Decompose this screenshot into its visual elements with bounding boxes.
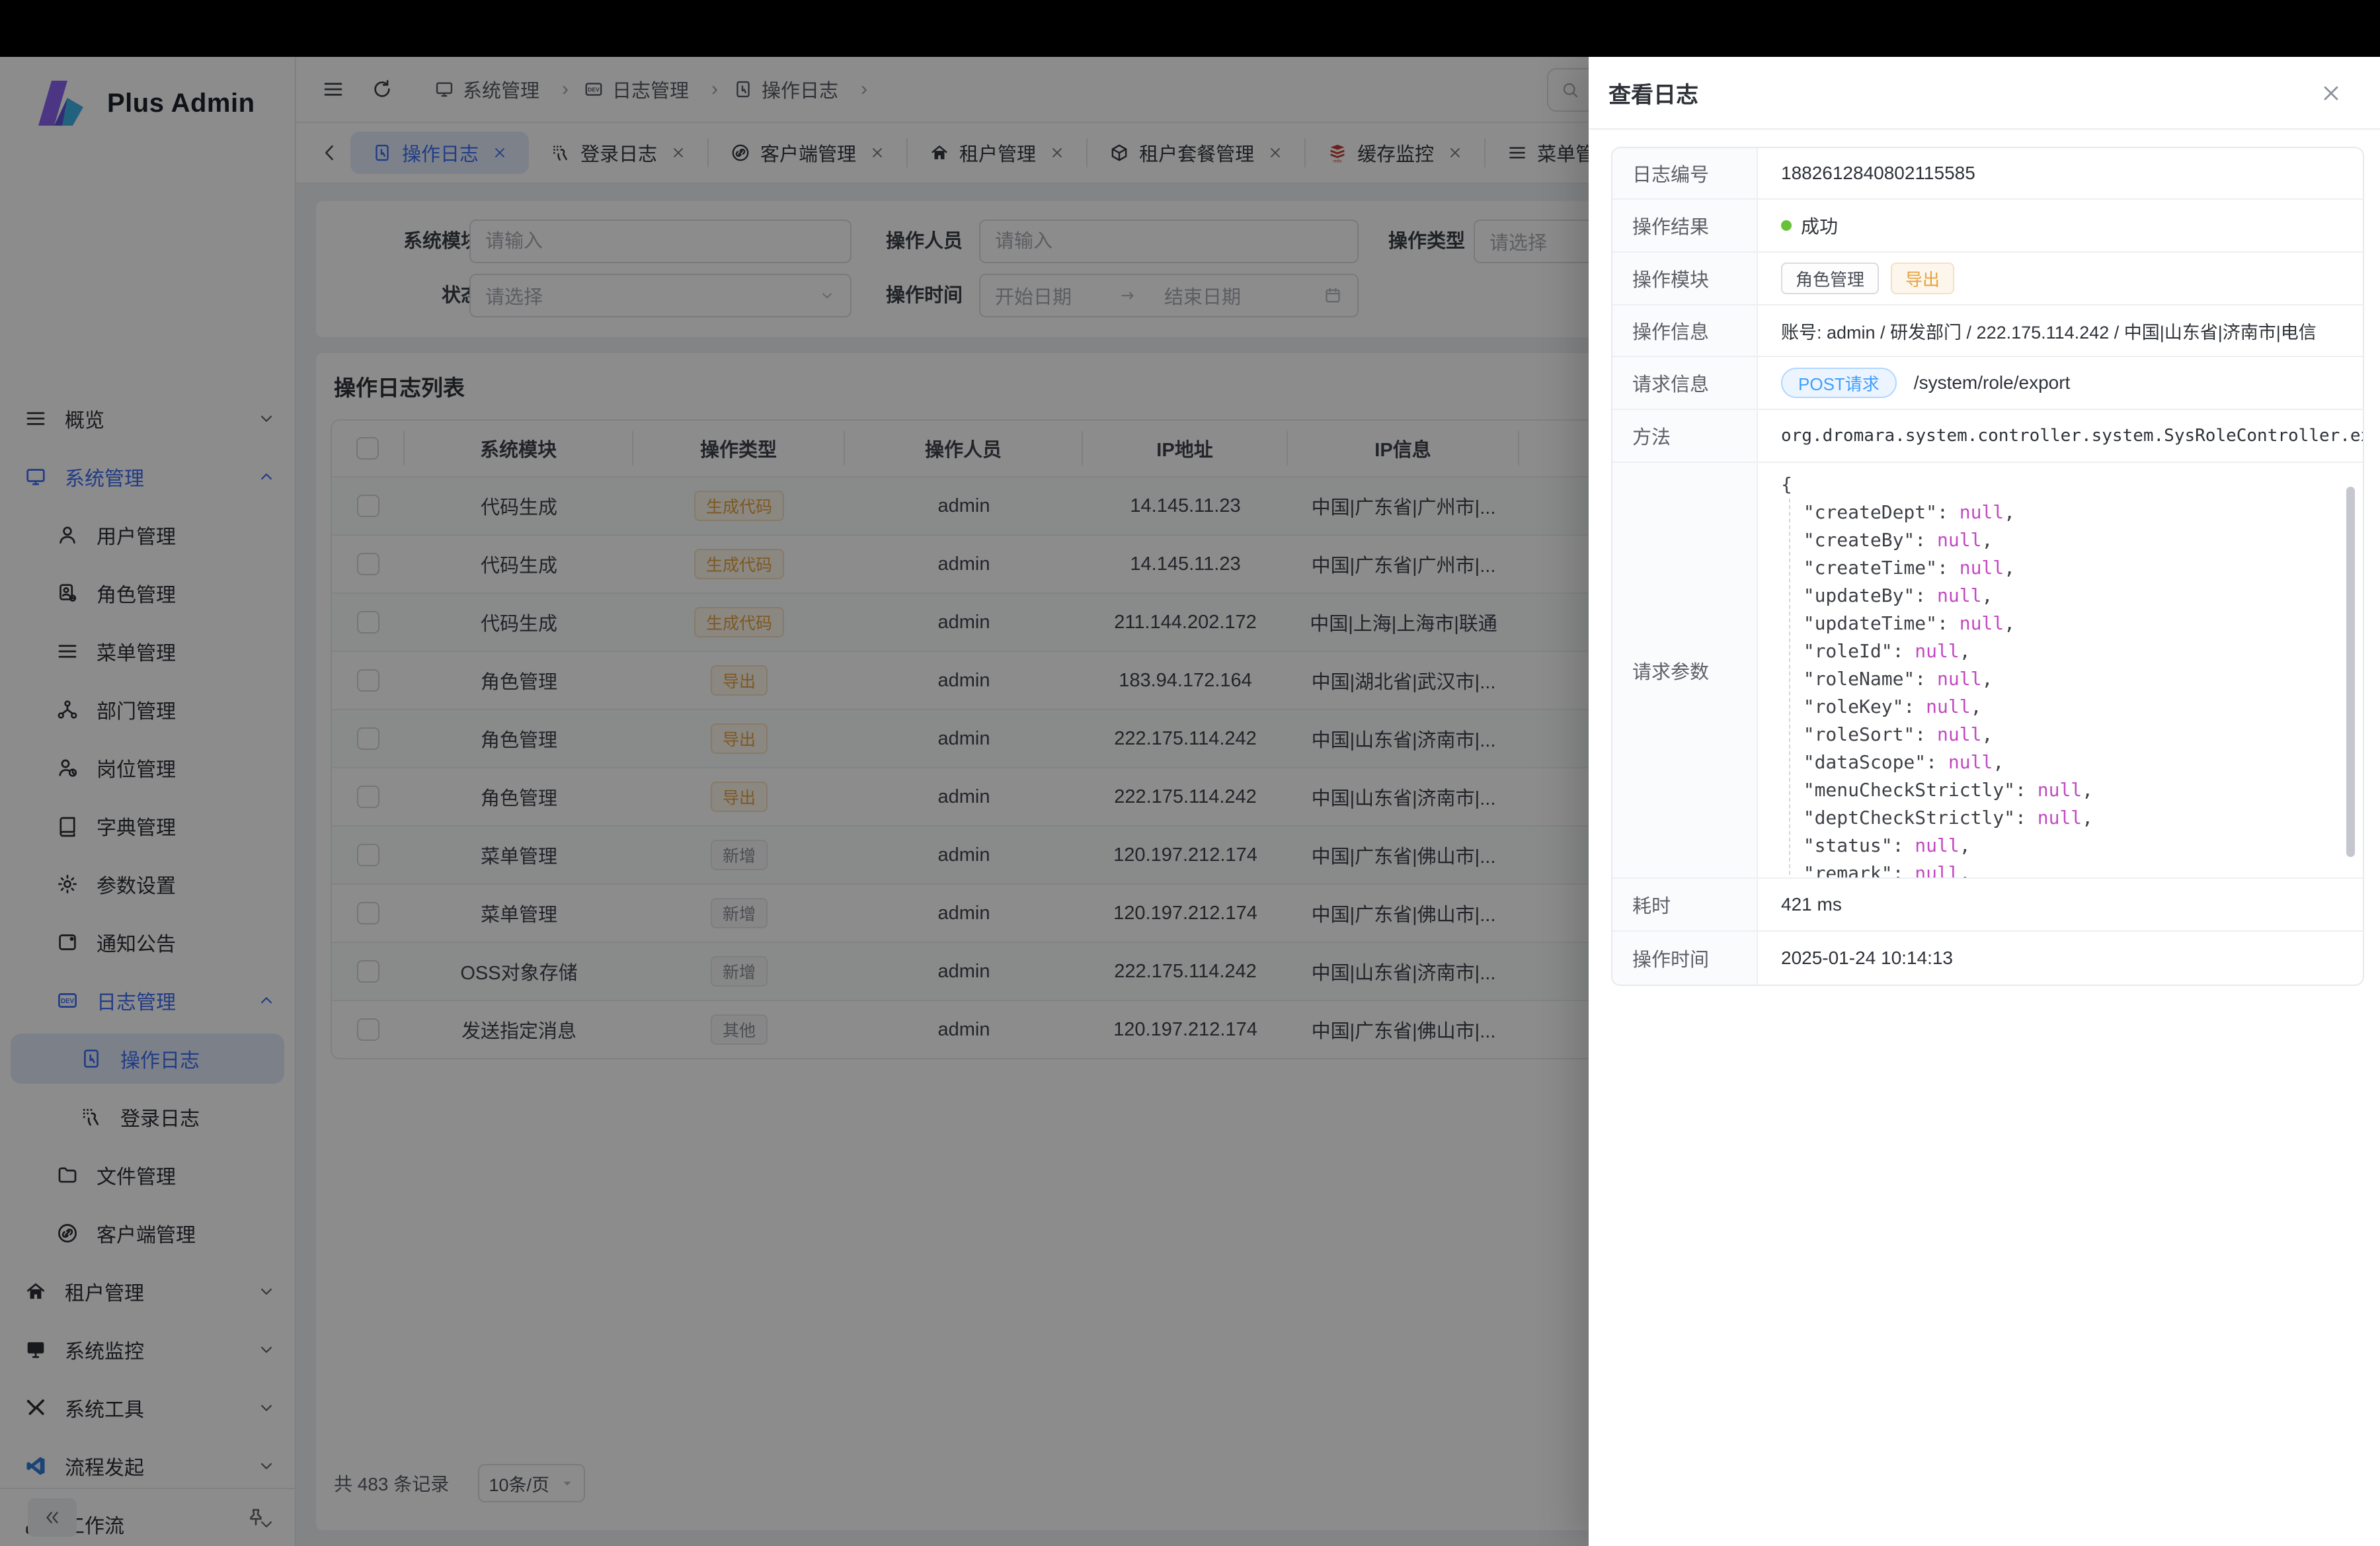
module-tag: 角色管理 <box>1781 263 1879 294</box>
action-tag: 导出 <box>1891 263 1954 294</box>
json-line: "roleSort": null, <box>1781 721 2343 749</box>
json-line: "createTime": null, <box>1781 554 2343 582</box>
screen-letterbox <box>0 0 2380 57</box>
request-params-json: { "createDept": null, "createBy": null, … <box>1758 463 2363 877</box>
request-path: /system/role/export <box>1914 372 2071 393</box>
drawer-title: 查看日志 <box>1608 77 1698 109</box>
log-id-value: 1882612840802115585 <box>1758 148 2363 198</box>
log-detail-table: 日志编号 1882612840802115585 操作结果 成功 操作模块 角色… <box>1611 147 2364 986</box>
close-icon[interactable] <box>2319 81 2343 105</box>
result-value: 成功 <box>1801 212 1838 239</box>
detail-row-time: 操作时间 2025-01-24 10:14:13 <box>1612 932 2363 985</box>
detail-row-duration: 耗时 421 ms <box>1612 879 2363 932</box>
operation-time-value: 2025-01-24 10:14:13 <box>1758 932 2363 985</box>
success-status-dot <box>1781 220 1792 231</box>
modal-overlay[interactable] <box>0 0 1589 1546</box>
view-log-drawer: 查看日志 日志编号 1882612840802115585 操作结果 成功 操作… <box>1589 57 2380 1546</box>
json-line: "updateBy": null, <box>1781 582 2343 610</box>
method-value: org.dromara.system.controller.system.Sys… <box>1758 410 2363 462</box>
json-line: "createDept": null, <box>1781 499 2343 526</box>
detail-row-method: 方法 org.dromara.system.controller.system.… <box>1612 410 2363 463</box>
drawer-header: 查看日志 <box>1589 57 2380 130</box>
indent-guide <box>1789 499 1790 875</box>
screen: Plus Admin 概览 系统管理 用户管理 角色管理 <box>0 0 2380 1546</box>
detail-row-request: 请求信息 POST请求 /system/role/export <box>1612 357 2363 410</box>
detail-row-info: 操作信息 账号: admin / 研发部门 / 222.175.114.242 … <box>1612 305 2363 357</box>
detail-row-module: 操作模块 角色管理 导出 <box>1612 253 2363 305</box>
detail-row-params: 请求参数 { "createDept": null, "createBy": n… <box>1612 463 2363 879</box>
json-line: "updateTime": null, <box>1781 610 2343 637</box>
json-line: "dataScope": null, <box>1781 749 2343 776</box>
json-line: "remark": null, <box>1781 860 2343 877</box>
detail-row-result: 操作结果 成功 <box>1612 200 2363 253</box>
duration-value: 421 ms <box>1758 879 2363 930</box>
json-line: "roleId": null, <box>1781 637 2343 665</box>
json-line: "roleName": null, <box>1781 665 2343 693</box>
json-line: "deptCheckStrictly": null, <box>1781 804 2343 832</box>
json-line: "menuCheckStrictly": null, <box>1781 776 2343 804</box>
json-line: "status": null, <box>1781 832 2343 860</box>
json-line: "roleKey": null, <box>1781 693 2343 721</box>
detail-row-log-id: 日志编号 1882612840802115585 <box>1612 148 2363 200</box>
code-scrollbar[interactable] <box>2346 487 2355 857</box>
post-method-badge: POST请求 <box>1781 368 1897 398</box>
json-line: { <box>1781 471 2343 499</box>
json-line: "createBy": null, <box>1781 526 2343 554</box>
operation-info-value: 账号: admin / 研发部门 / 222.175.114.242 / 中国|… <box>1758 305 2363 356</box>
